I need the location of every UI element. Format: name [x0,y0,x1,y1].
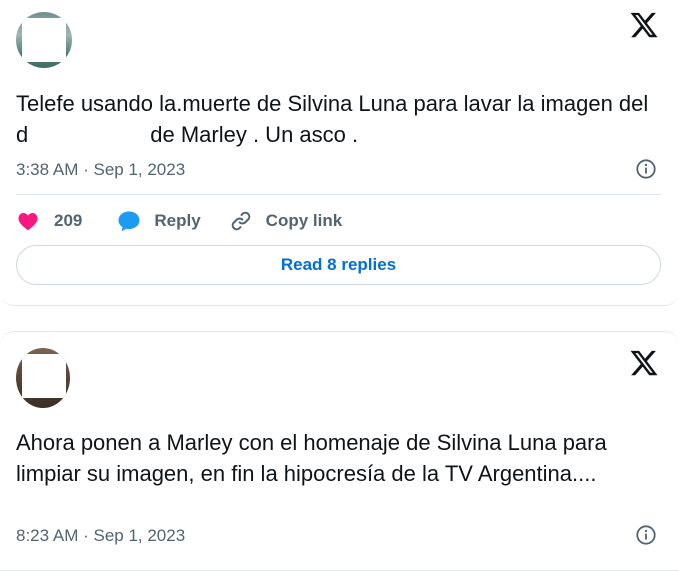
heart-icon [18,213,38,231]
avatar[interactable] [16,348,70,408]
reply-label: Reply [154,211,201,230]
avatar-redaction [22,354,66,398]
speech-bubble-icon [118,211,140,232]
tweet-card-1: Telefe usando la.muerte de Silvina Luna … [0,0,679,306]
divider [16,194,661,195]
tweet-text: Ahora ponen a Marley con el homenaje de … [16,430,607,486]
reply-button[interactable]: Reply [116,209,201,233]
tweet-timestamp[interactable]: 3:38 AM · Sep 1, 2023 [16,160,185,180]
x-logo-icon[interactable] [629,348,659,378]
like-button[interactable]: 209 [16,209,82,233]
tweet-text: Telefe usando la.muerte de Silvina Luna … [16,88,656,150]
action-bar: 209 Reply Copy link [16,207,342,235]
copy-link-label: Copy link [265,211,343,230]
info-icon[interactable] [635,524,657,546]
link-icon [231,211,250,231]
tweet-text-part-2: de Marley . Un asco . [150,122,359,147]
read-replies-button[interactable]: Read 8 replies [16,245,661,285]
copy-link-button[interactable]: Copy link [229,209,343,233]
like-count: 209 [54,211,83,230]
read-replies-label: Read 8 replies [280,255,397,274]
tweet-timestamp[interactable]: 8:23 AM · Sep 1, 2023 [16,526,185,546]
x-logo-icon[interactable] [629,10,659,40]
avatar[interactable] [16,12,72,68]
avatar-redaction [22,18,66,62]
tweet-card-2: Ahora ponen a Marley con el homenaje de … [0,331,679,571]
redaction-block [28,126,151,147]
info-icon[interactable] [635,158,657,180]
